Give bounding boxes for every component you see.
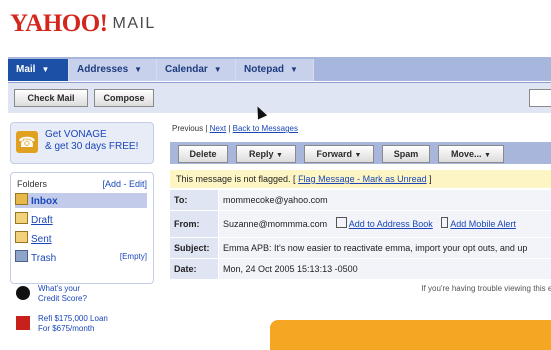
- flag-notice: This message is not flagged. [ Flag Mess…: [170, 170, 551, 188]
- flag-notice-close: ]: [426, 174, 432, 184]
- tab-calendar[interactable]: Calendar ▼: [157, 59, 236, 81]
- add-mobile-alert-link[interactable]: Add Mobile Alert: [450, 219, 516, 229]
- ad-icon: [16, 286, 30, 300]
- ad-2-line-2: For $675/month: [38, 324, 95, 333]
- tab-addresses[interactable]: Addresses ▼: [69, 59, 157, 81]
- folder-inbox[interactable]: Inbox: [15, 193, 147, 208]
- spam-button[interactable]: Spam: [382, 145, 430, 163]
- forward-button-label: Forward: [316, 149, 353, 159]
- promo-line-1: Get VONAGE: [45, 129, 107, 140]
- forward-button[interactable]: Forward ▼: [304, 145, 374, 163]
- folder-draft-label: Draft: [31, 215, 53, 226]
- trouble-viewing-text: If you're having trouble viewing this em: [421, 284, 551, 293]
- house-icon: [16, 316, 30, 330]
- header-from-row: From: Suzanne@mommma.com Add to Address …: [170, 211, 551, 238]
- trash-icon: [15, 250, 28, 262]
- mail-toolbar: Check Mail Compose: [8, 82, 551, 113]
- yahoo-logo: YAHOO!: [10, 10, 108, 37]
- date-label: Date:: [170, 259, 218, 279]
- from-value: Suzanne@mommma.com: [223, 219, 328, 229]
- yahoo-mail-logo[interactable]: YAHOO! MAIL: [10, 10, 156, 38]
- next-link[interactable]: Next: [210, 124, 226, 133]
- main-tab-bar: Mail ▼ Addresses ▼ Calendar ▼ Notepad ▼: [8, 57, 551, 81]
- chevron-down-icon: ▼: [484, 152, 491, 159]
- folder-sent[interactable]: Sent: [15, 231, 52, 246]
- tab-mail[interactable]: Mail ▼: [8, 59, 69, 81]
- ad-1-line-2: Credit Score?: [38, 294, 87, 303]
- folder-trash[interactable]: Trash: [15, 250, 56, 265]
- tab-calendar-label: Calendar: [165, 64, 208, 75]
- move-button[interactable]: Move... ▼: [438, 145, 504, 163]
- message-action-bar: Delete Reply ▼ Forward ▼ Spam Move... ▼: [170, 142, 551, 164]
- header-subject-row: Subject: Emma APB: It's now easier to re…: [170, 238, 551, 259]
- chevron-down-icon: ▼: [354, 152, 362, 159]
- phone-icon: ☎: [16, 131, 38, 153]
- add-to-address-book-link[interactable]: Add to Address Book: [349, 219, 433, 229]
- sent-icon: [15, 231, 28, 243]
- to-value: mommecoke@yahoo.com: [219, 190, 551, 210]
- inbox-icon: [15, 193, 28, 205]
- mobile-phone-icon: [441, 217, 449, 228]
- folders-panel: Folders [Add - Edit] Inbox Draft Sent Tr…: [10, 172, 154, 284]
- folder-draft[interactable]: Draft: [15, 212, 53, 227]
- from-value-cell: Suzanne@mommma.com Add to Address Book A…: [219, 211, 551, 237]
- tab-notepad[interactable]: Notepad ▼: [236, 59, 314, 81]
- draft-icon: [15, 212, 28, 224]
- refi-loan-ad[interactable]: Refi $175,000 Loan For $675/month: [16, 314, 108, 334]
- reply-button-label: Reply: [249, 149, 274, 159]
- sidebar: ☎ Get VONAGE & get 30 days FREE! Folders…: [8, 114, 154, 341]
- delete-button[interactable]: Delete: [178, 145, 228, 163]
- date-value: Mon, 24 Oct 2005 15:13:13 -0500: [219, 259, 551, 279]
- chevron-down-icon: ▼: [276, 152, 283, 159]
- back-to-messages-link[interactable]: Back to Messages: [233, 124, 298, 133]
- flag-message-link[interactable]: Flag Message - Mark as Unread: [298, 174, 427, 184]
- tab-addresses-label: Addresses: [77, 64, 129, 75]
- move-button-label: Move...: [451, 149, 482, 159]
- chevron-down-icon[interactable]: ▼: [134, 59, 142, 81]
- tab-notepad-label: Notepad: [244, 64, 284, 75]
- header-date-row: Date: Mon, 24 Oct 2005 15:13:13 -0500: [170, 259, 551, 280]
- previous-link[interactable]: Previous: [172, 124, 203, 133]
- chevron-down-icon[interactable]: ▼: [214, 59, 222, 81]
- address-book-icon: [335, 217, 347, 228]
- compose-button[interactable]: Compose: [94, 89, 154, 107]
- email-banner-image: [270, 320, 551, 350]
- chevron-down-icon[interactable]: ▼: [290, 59, 298, 81]
- promo-line-2: & get 30 days FREE!: [45, 141, 139, 152]
- header-to-row: To: mommecoke@yahoo.com: [170, 190, 551, 211]
- folders-add-edit-link[interactable]: [Add - Edit]: [102, 179, 147, 189]
- subject-value: Emma APB: It's now easier to reactivate …: [219, 238, 551, 258]
- vonage-promo[interactable]: ☎ Get VONAGE & get 30 days FREE!: [10, 122, 154, 164]
- subject-label: Subject:: [170, 238, 218, 258]
- flag-notice-text: This message is not flagged. [: [176, 174, 299, 184]
- credit-score-ad[interactable]: What's your Credit Score?: [16, 284, 87, 304]
- mail-wordmark: MAIL: [112, 15, 156, 32]
- check-mail-button[interactable]: Check Mail: [14, 89, 88, 107]
- message-headers: To: mommecoke@yahoo.com From: Suzanne@mo…: [170, 190, 551, 280]
- message-nav: Previous | Next | Back to Messages: [172, 124, 298, 133]
- folder-trash-label: Trash: [31, 253, 57, 264]
- ad-2-line-1: Refi $175,000 Loan: [38, 314, 108, 323]
- tab-mail-label: Mail: [16, 64, 36, 75]
- folder-inbox-label: Inbox: [31, 196, 58, 207]
- to-label: To:: [170, 190, 218, 210]
- message-pane: Previous | Next | Back to Messages Delet…: [170, 114, 551, 350]
- ad-1-line-1: What's your: [38, 284, 80, 293]
- folder-sent-label: Sent: [31, 234, 52, 245]
- folders-heading: Folders: [17, 179, 48, 189]
- chevron-down-icon[interactable]: ▼: [41, 59, 49, 81]
- empty-trash-link[interactable]: [Empty]: [120, 252, 147, 261]
- from-label: From:: [170, 211, 218, 237]
- search-input[interactable]: [529, 89, 551, 107]
- reply-button[interactable]: Reply ▼: [236, 145, 296, 163]
